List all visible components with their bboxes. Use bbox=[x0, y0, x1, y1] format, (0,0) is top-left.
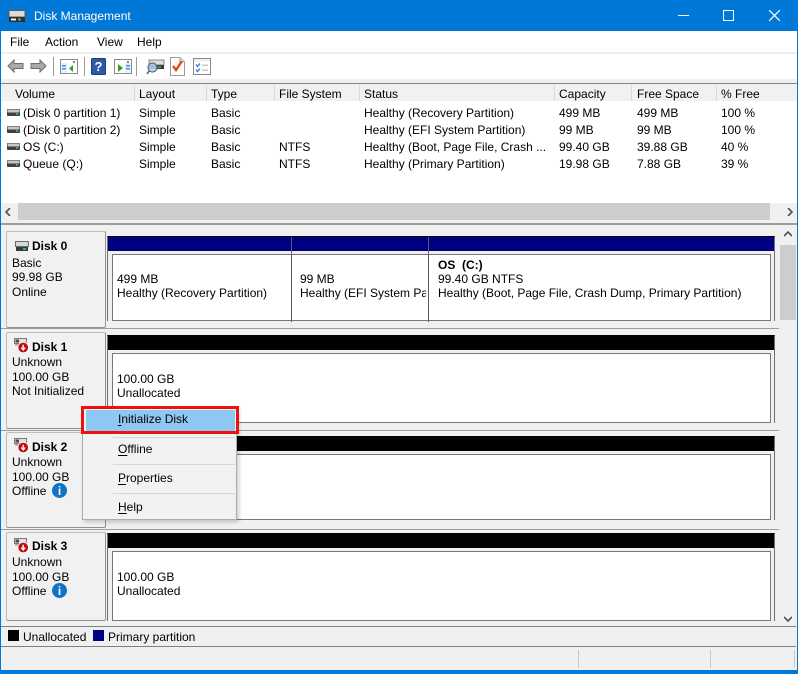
svg-text:?: ? bbox=[95, 59, 103, 74]
svg-text:i: i bbox=[58, 584, 61, 598]
svg-text:i: i bbox=[58, 484, 61, 498]
